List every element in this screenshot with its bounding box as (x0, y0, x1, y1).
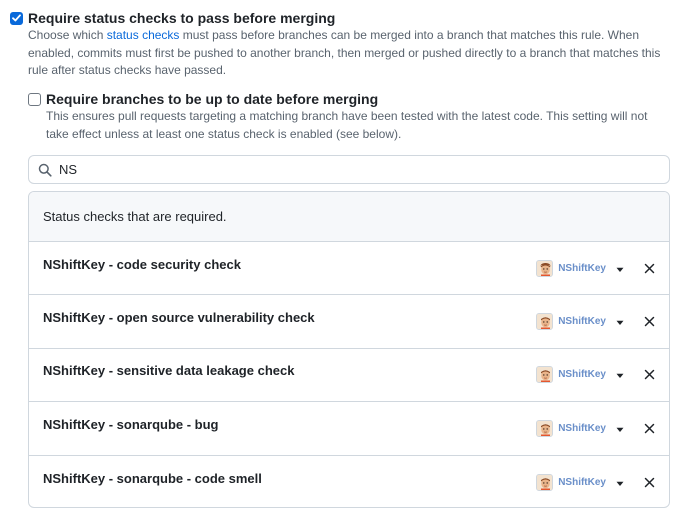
remove-check-icon[interactable] (644, 423, 655, 434)
app-name: NShiftKey (558, 316, 606, 328)
app-selector[interactable]: NShiftKey (536, 419, 624, 437)
checkmark-icon (12, 14, 21, 22)
status-check-controls: NShiftKey (536, 295, 655, 347)
app-avatar (536, 313, 554, 331)
status-checks-link[interactable]: status checks (107, 28, 180, 42)
required-status-checks-list: Status checks that are required. NShiftK… (28, 191, 670, 508)
status-check-name: NShiftKey - open source vulnerability ch… (43, 310, 315, 326)
remove-check-icon[interactable] (644, 263, 655, 274)
remove-check-icon[interactable] (644, 477, 655, 488)
app-selector[interactable]: NShiftKey (536, 259, 624, 277)
require-up-to-date-label[interactable]: Require branches to be up to date before… (46, 91, 378, 107)
app-name: NShiftKey (558, 262, 606, 274)
status-check-row: NShiftKey - sonarqube - code smell NShif… (29, 456, 669, 507)
option-require-status-checks: Require status checks to pass before mer… (10, 10, 335, 26)
remove-check-icon[interactable] (644, 316, 655, 327)
app-selector[interactable]: NShiftKey (536, 366, 624, 384)
chevron-down-icon[interactable] (616, 267, 624, 273)
require-up-to-date-checkbox[interactable] (28, 92, 41, 106)
chevron-down-icon[interactable] (616, 481, 624, 487)
status-check-name: NShiftKey - sonarqube - code smell (43, 470, 262, 486)
status-checks-settings: Require status checks to pass before mer… (0, 0, 681, 521)
status-check-row: NShiftKey - sensitive data leakage check (29, 349, 669, 403)
app-avatar (536, 366, 554, 384)
chevron-down-icon[interactable] (616, 373, 624, 379)
status-check-name: NShiftKey - sensitive data leakage check (43, 363, 295, 379)
status-check-controls: NShiftKey (536, 402, 655, 454)
require-up-to-date-description: This ensures pull requests targeting a m… (46, 109, 648, 141)
description-text: Choose which (28, 28, 107, 42)
option-require-up-to-date: Require branches to be up to date before… (28, 91, 378, 107)
status-check-search (28, 155, 670, 184)
status-check-controls: NShiftKey (536, 349, 655, 401)
status-check-row: NShiftKey - code security check NShiftKe… (29, 242, 669, 296)
status-check-row: NShiftKey - sonarqube - bug NShiftKey (29, 402, 669, 456)
app-selector[interactable]: NShiftKey (536, 313, 624, 331)
search-icon (38, 163, 52, 177)
status-check-row: NShiftKey - open source vulnerability ch… (29, 295, 669, 349)
status-check-controls: NShiftKey (536, 242, 655, 294)
app-avatar (536, 473, 554, 491)
app-avatar (536, 419, 554, 437)
app-avatar (536, 259, 554, 277)
app-selector[interactable]: NShiftKey (536, 473, 624, 491)
status-check-name: NShiftKey - code security check (43, 256, 241, 272)
status-check-name: NShiftKey - sonarqube - bug (43, 416, 219, 432)
remove-check-icon[interactable] (644, 369, 655, 380)
require-status-checks-checkbox[interactable] (10, 11, 23, 25)
chevron-down-icon[interactable] (616, 427, 624, 433)
app-name: NShiftKey (558, 369, 606, 381)
search-input[interactable] (59, 162, 649, 177)
chevron-down-icon[interactable] (616, 320, 624, 326)
require-status-checks-label[interactable]: Require status checks to pass before mer… (28, 10, 335, 26)
status-check-controls: NShiftKey (536, 456, 655, 507)
app-name: NShiftKey (558, 422, 606, 434)
require-status-checks-description: Choose which status checks must pass bef… (28, 27, 673, 80)
app-name: NShiftKey (558, 476, 606, 488)
list-header: Status checks that are required. (29, 192, 669, 242)
